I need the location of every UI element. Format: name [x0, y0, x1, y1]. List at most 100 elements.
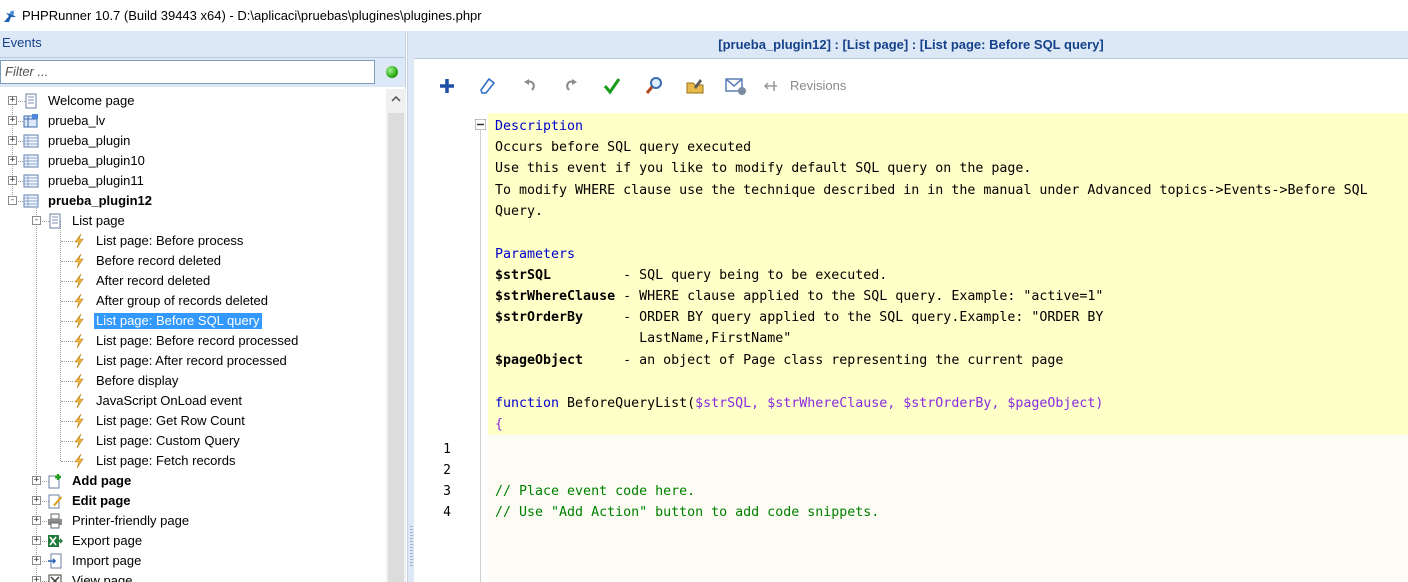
tree-node-label[interactable]: Before record deleted — [94, 253, 223, 269]
tree-node[interactable]: + Printer-friendly page — [0, 511, 386, 531]
scroll-thumb[interactable] — [388, 113, 404, 582]
code-line-3[interactable]: // Place event code here. — [495, 481, 695, 502]
code-area[interactable]: Description Occurs before SQL query exec… — [488, 113, 1408, 582]
tree-node-label[interactable]: prueba_plugin11 — [46, 173, 146, 189]
editor-breadcrumb: [prueba_plugin12] : [List page] : [List … — [414, 31, 1408, 59]
redo-icon[interactable] — [560, 75, 582, 97]
tree-node[interactable]: After record deleted — [0, 271, 386, 291]
fold-guide — [480, 126, 481, 582]
email-settings-icon[interactable] — [725, 75, 747, 97]
tree-node[interactable]: List page: Before process — [0, 231, 386, 251]
tree-node-label[interactable]: Import page — [70, 553, 143, 569]
panel-splitter[interactable] — [407, 31, 414, 582]
edit-folder-icon[interactable] — [684, 75, 706, 97]
expand-icon[interactable]: + — [8, 136, 17, 145]
expand-icon[interactable]: + — [32, 476, 41, 485]
tree-node[interactable]: After group of records deleted — [0, 291, 386, 311]
tree-node-label[interactable]: List page: Before process — [94, 233, 245, 249]
tree-node-label[interactable]: List page: Before SQL query — [94, 313, 262, 329]
view-table-icon — [23, 113, 39, 129]
tree-node[interactable]: List page: Before record processed — [0, 331, 386, 351]
line-number: 3 — [443, 484, 451, 499]
expand-icon[interactable]: + — [32, 556, 41, 565]
printer-icon — [47, 513, 63, 529]
code-editor[interactable]: 1 2 3 4 Description Occurs before SQL qu… — [414, 113, 1408, 582]
filter-input[interactable]: Filter ... — [0, 60, 375, 84]
event-icon — [71, 233, 87, 249]
tree-node-label[interactable]: JavaScript OnLoad event — [94, 393, 244, 409]
tree-node-label[interactable]: Export page — [70, 533, 144, 549]
expand-icon[interactable]: + — [8, 176, 17, 185]
param-desc: - WHERE clause applied to the SQL query.… — [623, 289, 1104, 304]
tree-node[interactable]: List page: Fetch records — [0, 451, 386, 471]
param-pad — [583, 310, 623, 325]
tree-node[interactable]: List page: Custom Query — [0, 431, 386, 451]
search-icon[interactable] — [643, 75, 665, 97]
eraser-icon[interactable] — [476, 75, 498, 97]
code-line-4[interactable]: // Use "Add Action" button to add code s… — [495, 502, 879, 523]
collapse-icon[interactable]: - — [32, 216, 41, 225]
tree-node-label[interactable]: After group of records deleted — [94, 293, 270, 309]
expand-icon[interactable]: + — [32, 576, 41, 582]
tree-node-label[interactable]: List page — [70, 213, 127, 229]
tree-node-label[interactable]: Add page — [70, 473, 133, 489]
tree-node[interactable]: List page: Get Row Count — [0, 411, 386, 431]
tree-node[interactable]: + prueba_lv — [0, 111, 386, 131]
tree-node[interactable]: + prueba_plugin10 — [0, 151, 386, 171]
tree-node[interactable]: Before display — [0, 371, 386, 391]
expand-icon[interactable]: + — [8, 116, 17, 125]
tree-node[interactable]: + Edit page — [0, 491, 386, 511]
tree-node-label[interactable]: Welcome page — [46, 93, 136, 109]
tree-node[interactable]: Before record deleted — [0, 251, 386, 271]
tree-node[interactable]: + Welcome page — [0, 91, 386, 111]
expand-icon[interactable]: + — [32, 536, 41, 545]
filter-row: Filter ... — [0, 58, 405, 87]
param-row: $pageObject - an object of Page class re… — [495, 350, 1063, 371]
tree-node-label[interactable]: List page: Fetch records — [94, 453, 237, 469]
tree-node[interactable]: List page: After record processed — [0, 351, 386, 371]
tree-node[interactable]: JavaScript OnLoad event — [0, 391, 386, 411]
tree-node[interactable]: + View page — [0, 571, 386, 582]
splitter-grip[interactable] — [410, 526, 413, 566]
tree-node-label[interactable]: List page: Before record processed — [94, 333, 300, 349]
tree-node[interactable]: + Add page — [0, 471, 386, 491]
undo-icon[interactable] — [519, 75, 541, 97]
tree-node-label[interactable]: prueba_plugin12 — [46, 193, 154, 209]
tree-node-label[interactable]: prueba_plugin10 — [46, 153, 147, 169]
tree-node[interactable]: List page: Before SQL query — [0, 311, 386, 331]
tree-node[interactable]: - prueba_plugin12 — [0, 191, 386, 211]
tree-node[interactable]: - List page — [0, 211, 386, 231]
tree-node-label[interactable]: Before display — [94, 373, 180, 389]
tree-scrollbar[interactable] — [386, 89, 406, 582]
revisions-icon[interactable] — [760, 75, 782, 97]
tree-node[interactable]: + Import page — [0, 551, 386, 571]
check-icon[interactable] — [601, 75, 623, 97]
page-icon — [23, 93, 39, 109]
tree-node-label[interactable]: Edit page — [70, 493, 133, 509]
table-icon — [23, 133, 39, 149]
expand-icon[interactable]: + — [8, 96, 17, 105]
revisions-button[interactable]: Revisions — [790, 78, 846, 93]
collapse-icon[interactable]: - — [8, 196, 17, 205]
scroll-up-arrow-icon[interactable] — [390, 93, 402, 105]
tree-node[interactable]: + prueba_plugin11 — [0, 171, 386, 191]
fold-collapse-icon[interactable] — [474, 118, 487, 131]
add-icon[interactable] — [436, 75, 458, 97]
window-title: PHPRunner 10.7 (Build 39443 x64) - D:\ap… — [22, 8, 482, 23]
events-panel: Events Filter ... + Welcome page + prueba_l… — [0, 31, 406, 582]
import-icon — [47, 553, 63, 569]
tree-node-label[interactable]: List page: After record processed — [94, 353, 289, 369]
expand-icon[interactable]: + — [32, 516, 41, 525]
tree-node[interactable]: + prueba_plugin — [0, 131, 386, 151]
tree-node-label[interactable]: List page: Get Row Count — [94, 413, 247, 429]
event-icon — [71, 453, 87, 469]
tree-node-label[interactable]: View page — [70, 573, 134, 582]
tree-node-label[interactable]: List page: Custom Query — [94, 433, 242, 449]
tree-node[interactable]: + Export page — [0, 531, 386, 551]
expand-icon[interactable]: + — [32, 496, 41, 505]
tree-node-label[interactable]: Printer-friendly page — [70, 513, 191, 529]
expand-icon[interactable]: + — [8, 156, 17, 165]
tree-node-label[interactable]: After record deleted — [94, 273, 212, 289]
tree-node-label[interactable]: prueba_lv — [46, 113, 107, 129]
tree-node-label[interactable]: prueba_plugin — [46, 133, 132, 149]
